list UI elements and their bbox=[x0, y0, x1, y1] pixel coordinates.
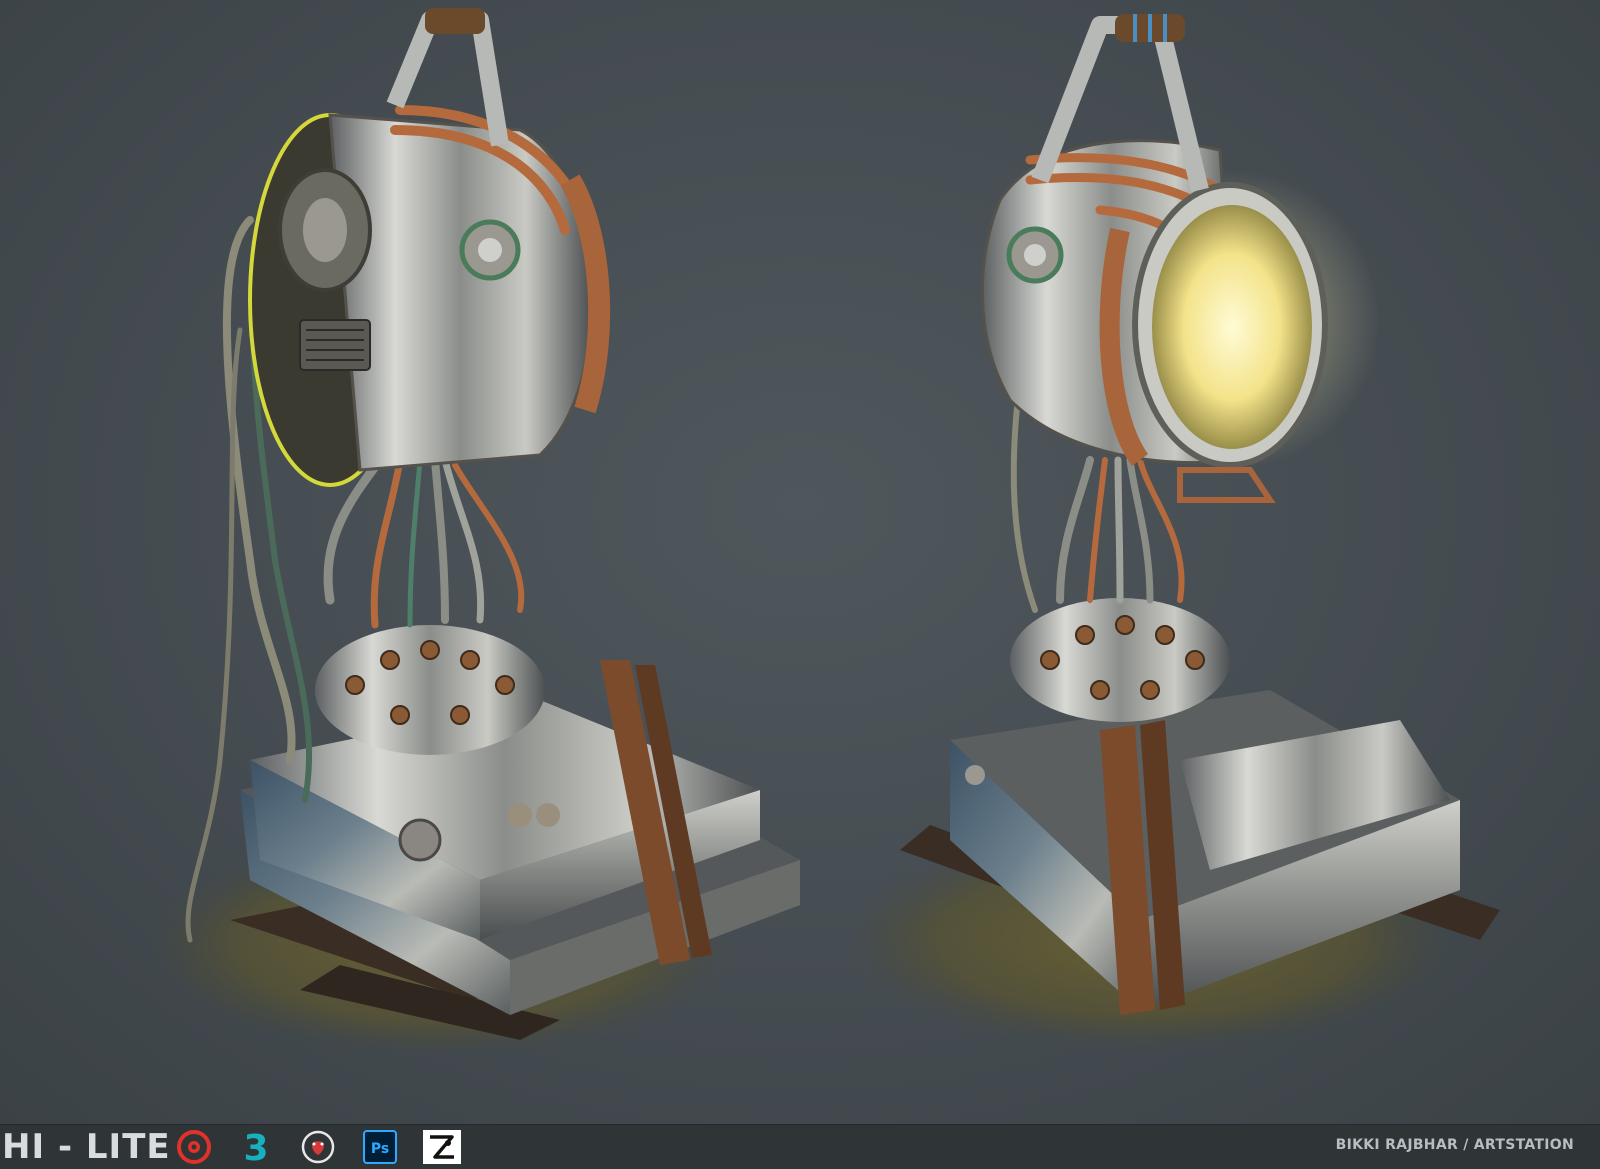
renders bbox=[150, 8, 1500, 1055]
zbrush-icon bbox=[422, 1127, 462, 1167]
brand-title: HI - LITE bbox=[2, 1127, 171, 1167]
artist-credit: BIKKI RAJBHAR / ARTSTATION bbox=[1335, 1137, 1574, 1153]
render-stage bbox=[0, 0, 1600, 1124]
right-render bbox=[850, 14, 1500, 1050]
svg-text:Ps: Ps bbox=[371, 1141, 389, 1157]
substance-painter-icon bbox=[174, 1127, 214, 1167]
photoshop-icon: Ps bbox=[360, 1127, 400, 1167]
left-render bbox=[150, 8, 800, 1055]
svg-text:3: 3 bbox=[243, 1128, 268, 1167]
footer-bar: HI - LITE 3 Ps BIKKI RAJBHAR / ARTSTATIO… bbox=[0, 1124, 1600, 1169]
marmoset-toolbag-icon bbox=[298, 1127, 338, 1167]
3ds-max-icon: 3 bbox=[236, 1127, 276, 1167]
